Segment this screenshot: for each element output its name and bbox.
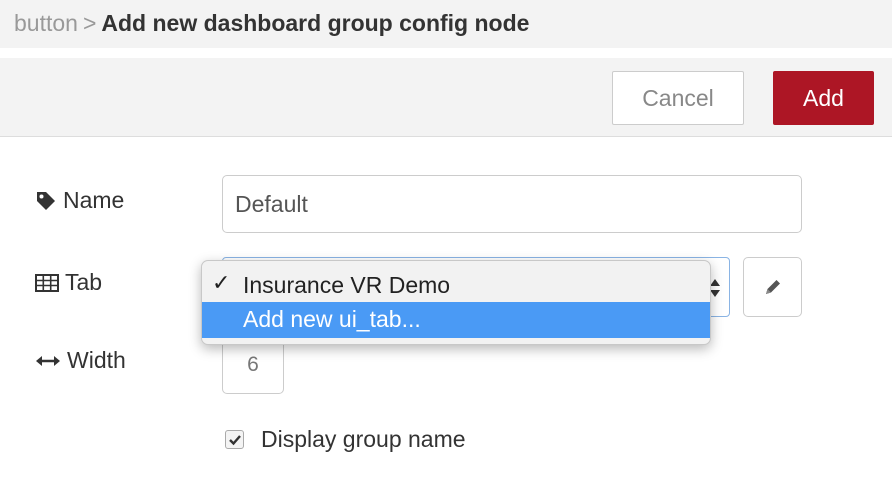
checkbox-check-icon — [228, 434, 241, 445]
breadcrumb: button > Add new dashboard group config no… — [14, 9, 529, 37]
dropdown-option-add-new-ui-tab[interactable]: Add new ui_tab... — [202, 302, 710, 338]
edit-tab-button[interactable] — [743, 257, 802, 317]
option-label: Add new ui_tab... — [243, 306, 421, 332]
name-label-row: Name — [35, 187, 124, 214]
horizontal-arrows-icon — [36, 355, 60, 366]
checkmark-icon: ✓ — [212, 270, 231, 295]
name-input[interactable]: Default — [222, 175, 802, 233]
dropdown-option-insurance-vr-demo[interactable]: ✓ Insurance VR Demo — [202, 268, 710, 304]
width-label: Width — [67, 347, 126, 373]
table-icon — [35, 273, 59, 292]
width-label-row: Width — [35, 347, 126, 374]
option-label: Insurance VR Demo — [243, 272, 451, 298]
pencil-icon — [765, 280, 780, 294]
tab-dropdown-menu: ✓ Insurance VR Demo Add new ui_tab... — [201, 260, 711, 345]
display-group-name-label: Display group name — [261, 426, 466, 452]
cancel-button[interactable]: Cancel — [612, 71, 744, 125]
name-label: Name — [63, 187, 125, 213]
title-bar: button > Add new dashboard group config no… — [0, 0, 892, 48]
page-title: Add new dashboard group config node — [101, 10, 530, 36]
tag-icon — [37, 191, 55, 210]
add-button[interactable]: Add — [773, 71, 874, 125]
tab-label-row: Tab — [35, 269, 102, 296]
dialog-toolbar: Cancel Add — [0, 58, 892, 137]
breadcrumb-separator: > — [82, 10, 97, 36]
tab-label: Tab — [65, 269, 103, 295]
breadcrumb-parent[interactable]: button — [14, 10, 78, 36]
display-group-name-checkbox[interactable] — [225, 430, 244, 449]
